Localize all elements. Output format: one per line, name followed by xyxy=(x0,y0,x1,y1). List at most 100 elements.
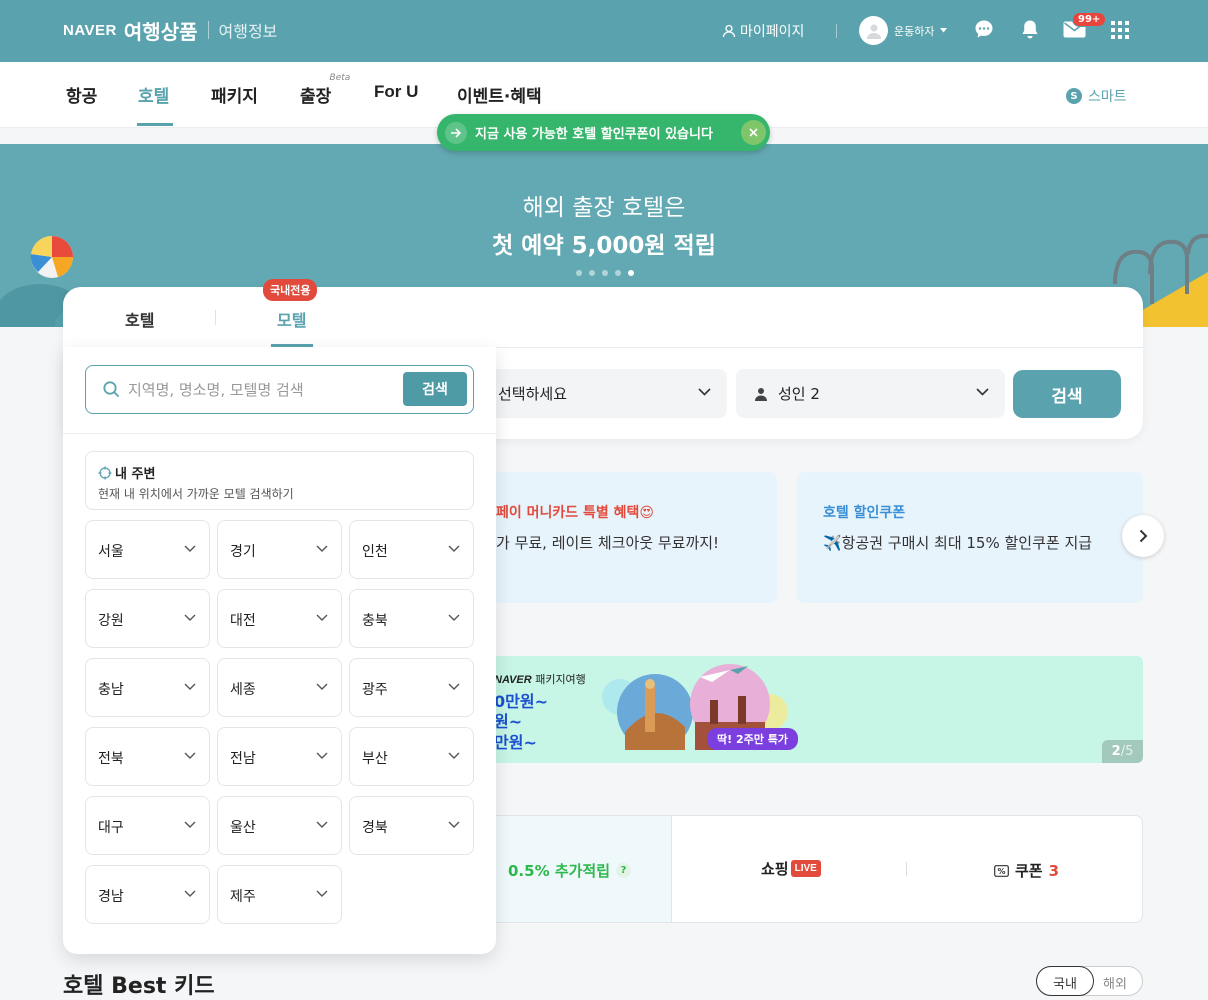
tab-for-u[interactable]: For U xyxy=(374,82,418,102)
motel-search-input[interactable] xyxy=(128,378,363,402)
promo-card[interactable]: 호텔 할인쿠폰 ✈️항공권 구매시 최대 15% 할인쿠폰 지급 xyxy=(797,472,1143,603)
tab-motel-search[interactable]: 모텔 xyxy=(277,307,306,331)
date-field[interactable]: 선택하세요 xyxy=(463,369,727,418)
region-select[interactable]: 전북 xyxy=(85,727,210,786)
mypage-link[interactable]: 마이페이지 xyxy=(722,21,804,41)
pagination-dot[interactable] xyxy=(589,270,595,276)
slide-counter-total: /5 xyxy=(1120,744,1134,759)
guest-field[interactable]: 성인 2 xyxy=(736,369,1005,418)
pagination-dot[interactable] xyxy=(576,270,582,276)
chat-icon[interactable] xyxy=(974,19,994,39)
region-select[interactable]: 대구 xyxy=(85,796,210,855)
chevron-right-icon xyxy=(1139,529,1147,543)
next-promo-button[interactable] xyxy=(1122,515,1164,557)
region-select[interactable]: 광주 xyxy=(349,658,474,717)
nearby-title: 내 주변 xyxy=(115,467,156,482)
smart-button[interactable]: S 스마트 xyxy=(1066,86,1127,106)
nearby-button[interactable]: 내 주변 현재 내 위치에서 가까운 모텔 검색하기 xyxy=(85,451,474,510)
region-select[interactable]: 인천 xyxy=(349,520,474,579)
points-panel[interactable]: 0.5% 추가적립 ? xyxy=(471,816,672,922)
chevron-down-icon xyxy=(184,545,196,552)
tab-flights[interactable]: 항공 xyxy=(66,82,97,107)
chevron-down-icon xyxy=(184,614,196,621)
domestic-overseas-toggle[interactable]: 국내 해외 xyxy=(1036,966,1143,996)
region-select[interactable]: 대전 xyxy=(217,589,342,648)
nearby-subtitle: 현재 내 위치에서 가까운 모텔 검색하기 xyxy=(98,487,294,501)
toggle-domestic[interactable]: 국내 xyxy=(1036,966,1094,996)
pagination-dot[interactable] xyxy=(602,270,608,276)
region-select[interactable]: 충남 xyxy=(85,658,210,717)
tab-hotels[interactable]: 호텔 xyxy=(138,82,169,107)
coupon-notice[interactable]: 지금 사용 가능한 호텔 할인쿠폰이 있습니다 xyxy=(437,114,770,151)
chevron-down-icon xyxy=(316,545,328,552)
region-label: 대전 xyxy=(230,613,256,629)
active-tab-indicator xyxy=(137,123,173,126)
extra-points: 0.5% 추가적립 ? xyxy=(508,860,632,881)
region-label: 전남 xyxy=(230,751,256,767)
live-badge: LIVE xyxy=(790,860,821,877)
nearby-title-row: 내 주변 xyxy=(98,463,155,482)
package-banner[interactable]: NAVER 패키지여행 0만원~ 원~ 만원~ 딱! 2주만 특가 xyxy=(470,656,1143,763)
chevron-down-icon xyxy=(316,890,328,897)
close-icon[interactable] xyxy=(741,120,766,145)
smart-label: 스마트 xyxy=(1088,89,1127,105)
region-select[interactable]: 울산 xyxy=(217,796,342,855)
smart-s-icon: S xyxy=(1066,88,1082,104)
help-icon[interactable]: ? xyxy=(616,863,632,878)
region-select[interactable]: 세종 xyxy=(217,658,342,717)
travel-products-link[interactable]: 여행상품 xyxy=(124,16,198,45)
tab-packages[interactable]: 패키지 xyxy=(211,82,258,107)
search-icon xyxy=(103,381,120,398)
pagination-dot[interactable] xyxy=(615,270,621,276)
region-label: 울산 xyxy=(230,820,256,836)
region-label: 제주 xyxy=(230,889,256,905)
region-label: 충남 xyxy=(98,682,124,698)
region-label: 경기 xyxy=(230,544,256,560)
region-label: 경북 xyxy=(362,820,388,836)
promo-card[interactable]: 페이 머니카드 특별 혜택😍 가 무료, 레이트 체크아웃 무료까지! xyxy=(470,472,777,603)
coupon-link[interactable]: % 쿠폰 3 xyxy=(994,860,1059,881)
package-price-line: 만원~ xyxy=(494,733,537,752)
travel-info-link[interactable]: 여행정보 xyxy=(219,18,278,42)
tab-business-trip-label: 출장 xyxy=(300,87,332,107)
guest-count: 성인 2 xyxy=(778,385,820,403)
tab-events[interactable]: 이벤트·혜택 xyxy=(457,82,542,107)
region-select[interactable]: 경북 xyxy=(349,796,474,855)
region-select[interactable]: 강원 xyxy=(85,589,210,648)
mypage-label: 마이페이지 xyxy=(740,24,805,40)
chevron-down-icon xyxy=(316,821,328,828)
region-label: 충북 xyxy=(362,613,388,629)
region-select[interactable]: 전남 xyxy=(217,727,342,786)
beta-label: Beta xyxy=(329,73,351,83)
region-label: 인천 xyxy=(362,544,388,560)
shopping-live-link[interactable]: 쇼핑 LIVE xyxy=(761,858,821,879)
mail-count-badge: 99+ xyxy=(1072,12,1107,27)
toggle-overseas[interactable]: 해외 xyxy=(1103,973,1127,992)
chevron-down-icon xyxy=(976,388,989,396)
tab-business-trip[interactable]: 출장 Beta xyxy=(300,73,350,107)
region-label: 대구 xyxy=(98,820,124,836)
region-select[interactable]: 부산 xyxy=(349,727,474,786)
tab-hotel-search[interactable]: 호텔 xyxy=(125,307,154,331)
top-bar: NAVER 여행상품 여행정보 마이페이지 운동하자 99+ xyxy=(0,0,1208,62)
user-menu[interactable]: 운동하자 xyxy=(859,16,948,45)
logo[interactable]: NAVER 여행상품 여행정보 xyxy=(63,16,278,45)
region-select[interactable]: 서울 xyxy=(85,520,210,579)
chevron-down-icon xyxy=(184,821,196,828)
region-select[interactable]: 충북 xyxy=(349,589,474,648)
banner-pagination[interactable] xyxy=(576,270,634,276)
motel-search-button[interactable]: 검색 xyxy=(403,372,467,406)
region-select[interactable]: 제주 xyxy=(217,865,342,924)
top-divider xyxy=(836,24,837,38)
region-select[interactable]: 경남 xyxy=(85,865,210,924)
search-button[interactable]: 검색 xyxy=(1013,370,1121,418)
chevron-down-icon xyxy=(316,614,328,621)
chevron-down-icon xyxy=(448,683,460,690)
apps-grid-icon[interactable] xyxy=(1111,21,1129,39)
promo-title: 호텔 할인쿠폰 xyxy=(823,505,906,521)
region-label: 부산 xyxy=(362,751,388,767)
pagination-dot-active[interactable] xyxy=(628,270,634,276)
region-select[interactable]: 경기 xyxy=(217,520,342,579)
bell-icon[interactable] xyxy=(1020,19,1040,40)
dropdown-divider xyxy=(63,433,496,434)
